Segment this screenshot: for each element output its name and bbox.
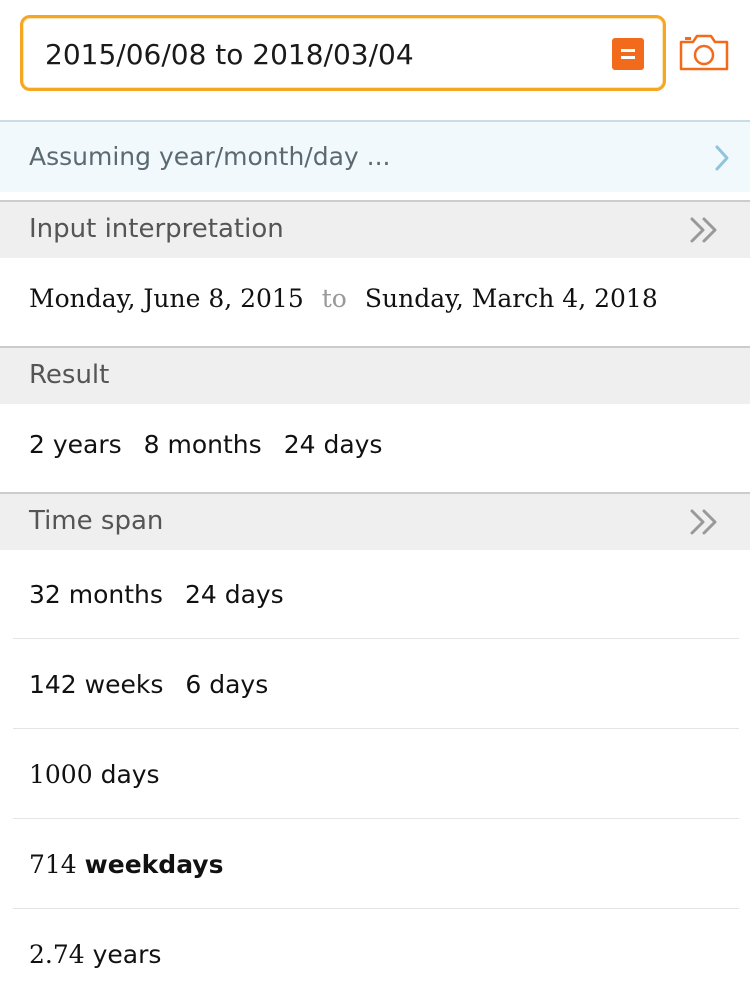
top-bar — [0, 0, 750, 120]
span-unit: years — [92, 940, 162, 969]
interpretation-start: Monday, June 8, 2015 — [29, 284, 304, 313]
span-weeks: 142 weeks — [29, 670, 164, 699]
divider — [13, 818, 739, 819]
divider — [13, 908, 739, 909]
time-span-header: Time span — [0, 492, 750, 550]
search-input[interactable] — [45, 32, 605, 76]
assumption-text: Assuming year/month/day ... — [29, 142, 391, 171]
span-days: 6 days — [185, 670, 269, 699]
chevron-right-icon — [715, 145, 729, 171]
interpretation-line: Monday, June 8, 2015 to Sunday, March 4, 2… — [29, 284, 658, 313]
time-span-row: 1000 days — [0, 730, 750, 820]
pod-title: Time span — [29, 506, 164, 536]
input-interpretation-body: Monday, June 8, 2015 to Sunday, March 4, 2… — [0, 258, 750, 346]
time-span-row: 142 weeks 6 days — [0, 640, 750, 730]
submit-button[interactable] — [612, 38, 644, 70]
span-number: 1000 — [29, 760, 93, 789]
input-interpretation-header: Input interpretation — [0, 200, 750, 258]
interpretation-to: to — [321, 284, 347, 313]
result-months: 8 months — [143, 430, 262, 459]
span-number: 714 — [29, 850, 77, 879]
pod-title: Result — [29, 360, 110, 390]
equals-icon — [621, 49, 635, 52]
divider — [13, 728, 739, 729]
span-number: 2.74 — [29, 940, 85, 969]
assumption-row[interactable]: Assuming year/month/day ... — [0, 120, 750, 192]
result-years: 2 years — [29, 430, 122, 459]
time-span-row: 32 months 24 days — [0, 550, 750, 640]
result-header: Result — [0, 346, 750, 404]
camera-icon[interactable] — [678, 32, 730, 72]
span-months: 32 months — [29, 580, 163, 609]
pod-title: Input interpretation — [29, 214, 284, 244]
search-box[interactable] — [20, 15, 666, 91]
double-chevron-icon[interactable] — [688, 214, 720, 246]
span-unit: weekdays — [84, 850, 224, 879]
divider — [13, 638, 739, 639]
result-body: 2 years 8 months 24 days — [0, 404, 750, 492]
time-span-row: 714 weekdays — [0, 820, 750, 910]
span-days: 24 days — [184, 580, 284, 609]
result-line: 2 years 8 months 24 days — [29, 430, 382, 459]
result-days: 24 days — [283, 430, 383, 459]
interpretation-end: Sunday, March 4, 2018 — [364, 284, 658, 313]
time-span-row: 2.74 years — [0, 910, 750, 988]
span-unit: days — [100, 760, 160, 789]
double-chevron-icon[interactable] — [688, 506, 720, 538]
